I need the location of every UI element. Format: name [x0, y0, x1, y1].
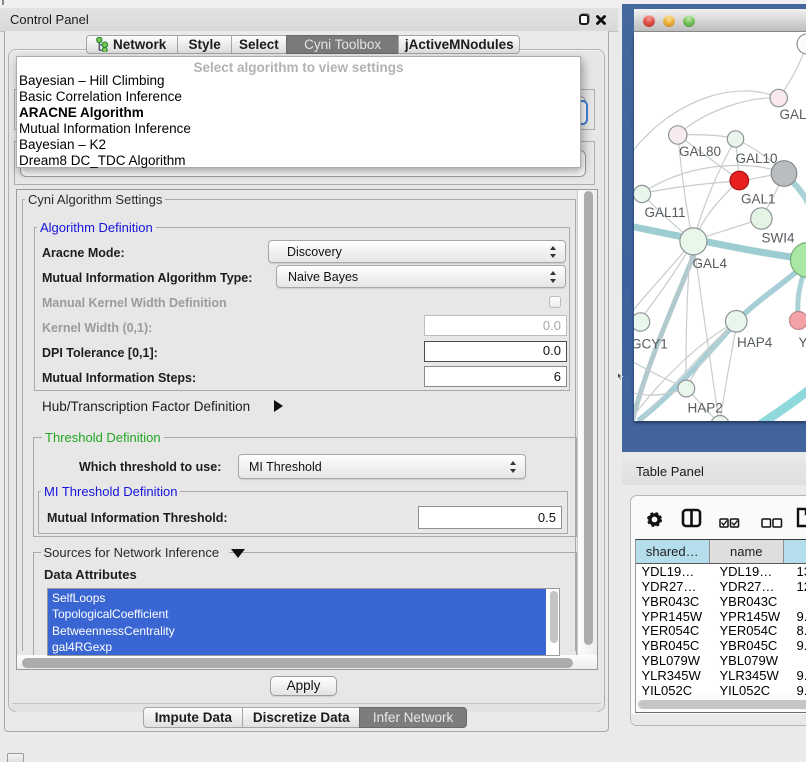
svg-text:GAL7: GAL7	[780, 107, 806, 122]
svg-text:GAL4: GAL4	[693, 256, 728, 271]
svg-text:SWI4: SWI4	[762, 231, 795, 246]
svg-text:GAL11: GAL11	[645, 205, 686, 220]
svg-text:HAP4: HAP4	[737, 335, 773, 350]
svg-text:HAP2: HAP2	[688, 401, 723, 416]
svg-text:GAL1: GAL1	[741, 192, 776, 207]
svg-text:YL: YL	[799, 335, 806, 350]
svg-text:GAL80: GAL80	[679, 144, 721, 159]
svg-text:GAL10: GAL10	[736, 151, 778, 166]
svg-text:GCY1: GCY1	[634, 337, 668, 352]
